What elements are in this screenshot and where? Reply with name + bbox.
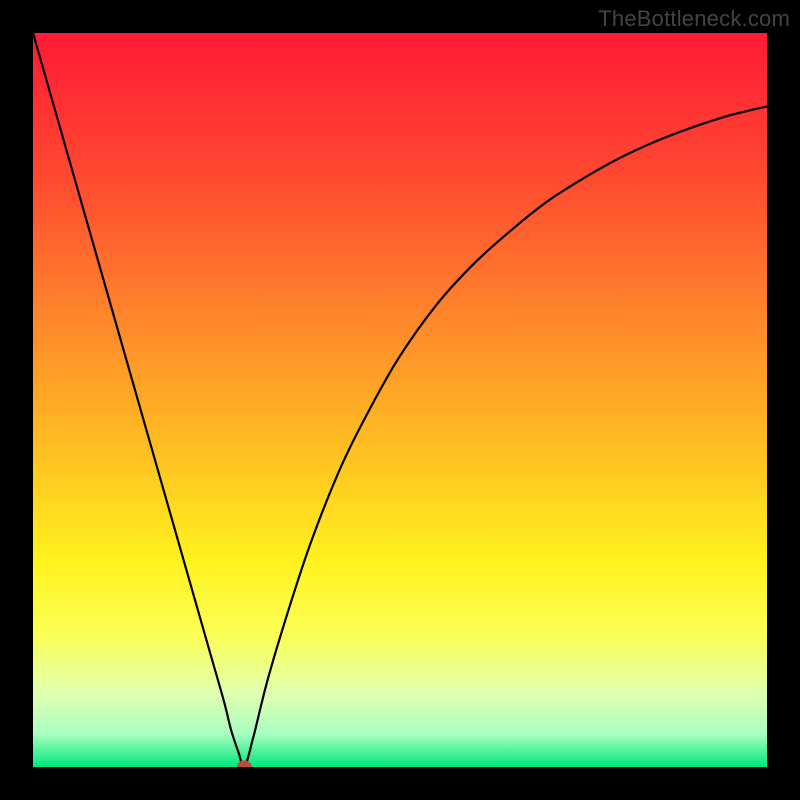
bottleneck-chart — [33, 33, 767, 767]
chart-frame: TheBottleneck.com — [0, 0, 800, 800]
plot-area — [33, 33, 767, 767]
gradient-background — [33, 33, 767, 767]
watermark-text: TheBottleneck.com — [598, 6, 790, 32]
